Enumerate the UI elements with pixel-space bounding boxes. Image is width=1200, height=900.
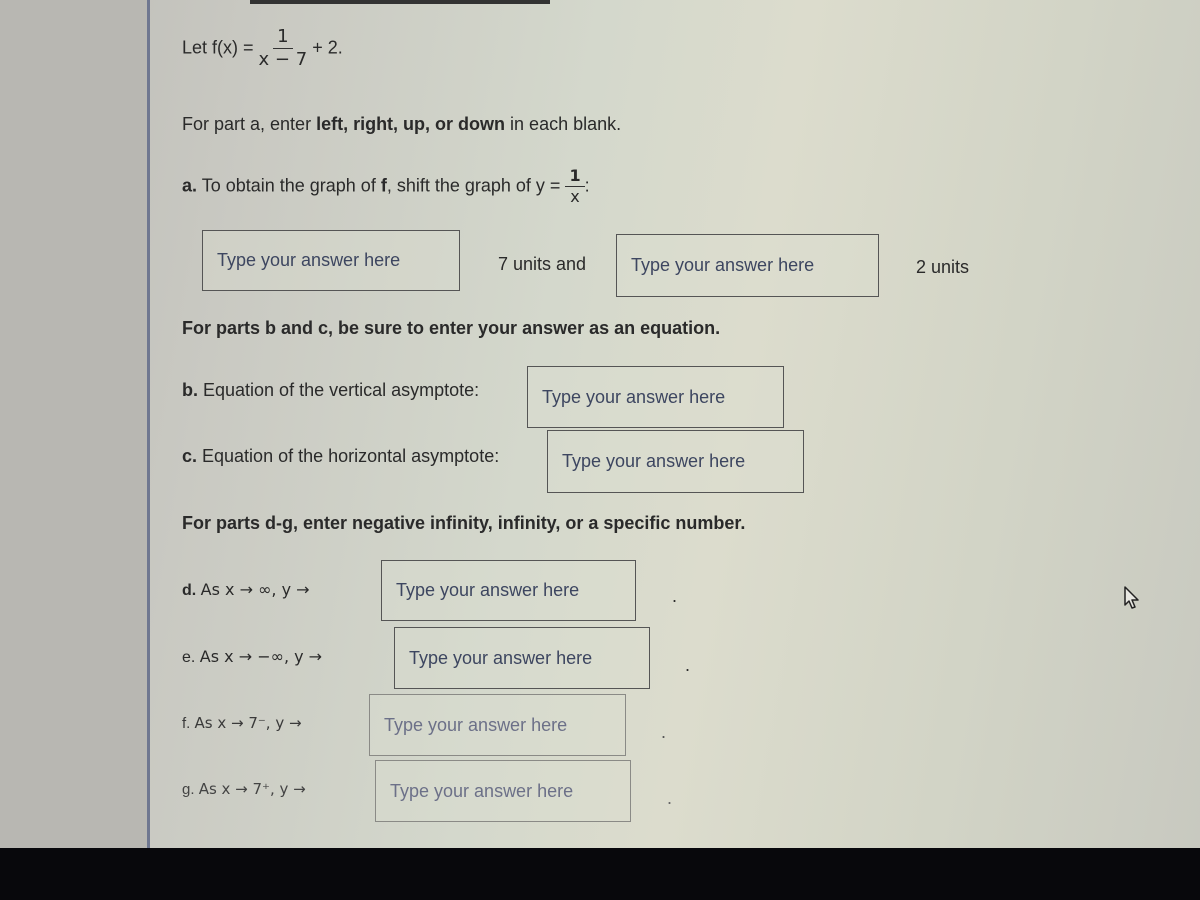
part-c-text: Equation of the horizontal asymptote: (197, 446, 500, 466)
part-f-text: As x → 7⁻, y → (194, 714, 302, 732)
part-d-letter: d. (182, 582, 197, 599)
mouse-pointer-icon (1124, 586, 1140, 615)
part-g-letter: g. (182, 781, 195, 798)
between-text: 7 units and (498, 254, 587, 274)
part-f-letter: f. (182, 715, 191, 732)
limit-x-7-minus-input[interactable]: Type your answer here (369, 694, 626, 756)
part-d-period: . (672, 586, 678, 606)
part-a-letter: a. (182, 175, 198, 196)
monitor-bezel (0, 848, 1200, 900)
part-f-period: . (661, 722, 667, 742)
part-e-text: As x → −∞, y → (199, 647, 323, 666)
part-a-label: a. To obtain the graph of f, shift the g… (182, 168, 590, 205)
base-denominator: x (570, 187, 580, 206)
limit-x-neg-infinity-input[interactable]: Type your answer here (394, 627, 650, 689)
part-g-label: g. As x → 7⁺, y → (182, 780, 306, 798)
cut-off-header-text (250, 0, 550, 4)
base-numerator: 1 (565, 168, 585, 187)
parts-bc-instruction: For parts b and c, be sure to enter your… (182, 318, 721, 338)
page-divider (147, 0, 150, 850)
function-numerator: 1 (273, 28, 293, 49)
part-b-letter: b. (182, 380, 198, 400)
part-a-direction-input-1[interactable]: Type your answer here (202, 230, 460, 291)
instruction-bold: left, right, up, or down (316, 114, 506, 134)
function-prefix: Let f(x) = (182, 37, 254, 58)
part-b-text: Equation of the vertical asymptote: (198, 380, 480, 400)
part-e-letter: e. (182, 649, 196, 666)
function-suffix: + 2. (312, 37, 343, 58)
after-text: 2 units (916, 257, 970, 277)
function-denominator: x − 7 (258, 49, 308, 70)
part-a-text: To obtain the graph of (197, 175, 381, 196)
part-g-text: As x → 7⁺, y → (198, 780, 306, 798)
instruction-text: For part a, enter (182, 114, 317, 134)
part-c-letter: c. (182, 446, 198, 466)
part-a-direction-input-2[interactable]: Type your answer here (616, 234, 879, 297)
instruction-text-end: in each blank. (505, 114, 622, 134)
part-b-label: b. Equation of the vertical asymptote: (182, 380, 479, 401)
part-a-text2: , shift the graph of y = (386, 175, 561, 196)
limit-x-infinity-input[interactable]: Type your answer here (381, 560, 636, 621)
horizontal-asymptote-input[interactable]: Type your answer here (547, 430, 804, 493)
part-d-label: d. As x → ∞, y → (182, 580, 310, 600)
part-d-text: As x → ∞, y → (200, 580, 310, 599)
part-e-period: . (685, 655, 691, 675)
part-c-label: c. Equation of the horizontal asymptote: (182, 446, 499, 467)
function-definition: Let f(x) = 1 x − 7 + 2. (182, 28, 343, 69)
parts-dg-instruction: For parts d-g, enter negative infinity, … (182, 513, 746, 533)
limit-x-7-plus-input[interactable]: Type your answer here (375, 760, 631, 822)
function-fraction: 1 x − 7 (259, 28, 308, 69)
vertical-asymptote-input[interactable]: Type your answer here (527, 366, 784, 428)
left-gutter (0, 0, 147, 850)
part-e-label: e. As x → −∞, y → (182, 647, 322, 667)
part-f-label: f. As x → 7⁻, y → (182, 714, 302, 732)
part-g-period: . (667, 788, 673, 808)
part-a-instruction: For part a, enter left, right, up, or do… (182, 114, 621, 135)
base-suffix: : (584, 175, 590, 196)
base-fraction: 1 x (565, 168, 585, 206)
